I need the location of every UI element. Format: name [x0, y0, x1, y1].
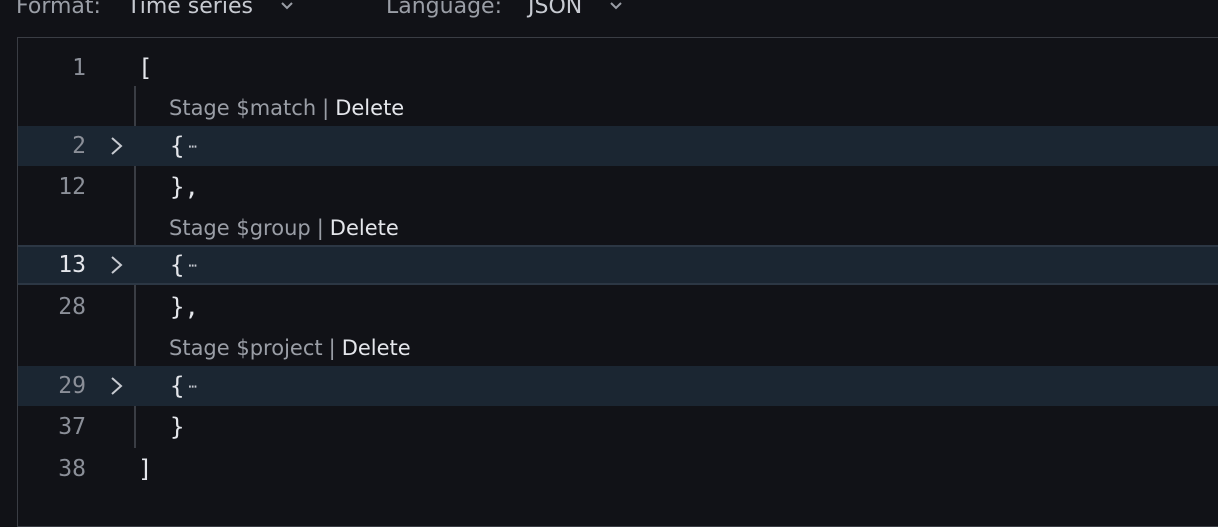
- code-brace: {: [170, 251, 185, 279]
- folded-ellipsis[interactable]: ⋯: [188, 248, 196, 284]
- stage-codelens: Stage $group | Delete: [169, 213, 399, 243]
- code-editor[interactable]: 1 [ Stage $match | Delete 2 {⋯ 12 }, Stage…: [17, 37, 1218, 527]
- delete-stage-button[interactable]: Delete: [335, 96, 404, 120]
- delete-stage-button[interactable]: Delete: [330, 216, 399, 240]
- chevron-down-icon: [610, 2, 622, 10]
- editor-line: 12 },: [18, 167, 1218, 207]
- line-number: 12: [58, 174, 86, 200]
- editor-line[interactable]: 2 {⋯: [18, 126, 1218, 166]
- line-number: 29: [58, 373, 86, 399]
- editor-line: 28 },: [18, 287, 1218, 327]
- code-text: [: [138, 54, 153, 82]
- language-value: JSON: [527, 0, 583, 19]
- chevron-down-icon: [281, 2, 293, 10]
- line-number: 38: [58, 456, 86, 482]
- code-text: {⋯: [170, 247, 197, 284]
- editor-line: 1 [: [18, 48, 1218, 88]
- delete-stage-button[interactable]: Delete: [342, 336, 411, 360]
- line-number: 13: [58, 252, 86, 278]
- line-number: 1: [72, 55, 86, 81]
- stage-label: Stage $group: [169, 216, 311, 240]
- chevron-right-icon[interactable]: [106, 255, 126, 275]
- code-text: {⋯: [170, 366, 197, 407]
- line-number: 2: [72, 133, 86, 159]
- chevron-right-icon[interactable]: [106, 376, 126, 396]
- stage-label: Stage $match: [169, 96, 317, 120]
- code-brace: {: [170, 132, 185, 160]
- editor-line: 38 ]: [18, 449, 1218, 489]
- language-select[interactable]: Language: JSON: [386, 0, 624, 21]
- code-text: {⋯: [170, 126, 197, 167]
- codelens-separator: |: [316, 216, 324, 240]
- editor-line-active[interactable]: 13 {⋯: [18, 245, 1218, 285]
- codelens-separator: |: [328, 336, 336, 360]
- editor-line[interactable]: 29 {⋯: [18, 366, 1218, 406]
- line-number: 28: [58, 294, 86, 320]
- chevron-right-icon[interactable]: [106, 136, 126, 156]
- format-select[interactable]: Format: Time series: [16, 0, 295, 21]
- line-number: 37: [58, 414, 86, 440]
- stage-codelens: Stage $project | Delete: [169, 333, 411, 363]
- format-value: Time series: [126, 0, 253, 19]
- query-options-toolbar: Format: Time series Language: JSON: [0, 0, 1218, 38]
- code-text: }: [170, 413, 185, 441]
- format-label: Format:: [16, 0, 101, 19]
- folded-ellipsis[interactable]: ⋯: [188, 127, 196, 167]
- language-label: Language:: [386, 0, 502, 19]
- code-text: },: [170, 293, 199, 321]
- code-text: ]: [138, 455, 153, 483]
- codelens-separator: |: [322, 96, 330, 120]
- code-text: },: [170, 173, 199, 201]
- stage-codelens: Stage $match | Delete: [169, 93, 404, 123]
- folded-ellipsis[interactable]: ⋯: [188, 367, 196, 407]
- editor-line: 37 }: [18, 407, 1218, 447]
- code-brace: {: [170, 372, 185, 400]
- stage-label: Stage $project: [169, 336, 323, 360]
